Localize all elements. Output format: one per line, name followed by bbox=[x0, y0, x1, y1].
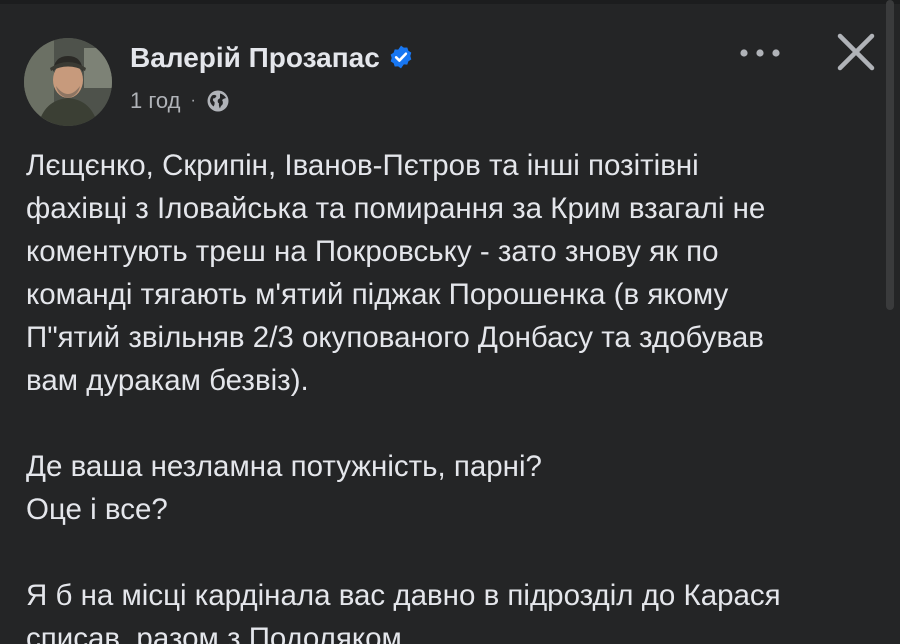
avatar-image bbox=[24, 38, 112, 126]
post-body: Лєщєнко, Скрипін, Іванов-Пєтров та інші … bbox=[26, 144, 876, 644]
post-meta: 1 год · bbox=[130, 88, 230, 114]
globe-icon[interactable] bbox=[206, 89, 230, 113]
post-paragraph: Де ваша незламна потужність, парні? Оце … bbox=[26, 450, 542, 526]
avatar[interactable] bbox=[24, 38, 112, 126]
post-paragraph: Лєщєнко, Скрипін, Іванов-Пєтров та інші … bbox=[26, 149, 766, 397]
post-timestamp[interactable]: 1 год bbox=[130, 88, 180, 114]
top-divider bbox=[0, 0, 900, 4]
meta-separator: · bbox=[190, 92, 196, 109]
author-name[interactable]: Валерій Прозапас bbox=[130, 42, 414, 74]
close-icon[interactable] bbox=[834, 30, 878, 74]
scrollbar[interactable] bbox=[886, 0, 894, 310]
post-paragraph: Я б на місці кардінала вас давно в підро… bbox=[26, 579, 781, 644]
verified-badge-icon bbox=[390, 45, 412, 69]
post-card: Валерій Прозапас 1 год · Лєщєнко, Скрипі… bbox=[0, 0, 900, 644]
more-horizontal-icon[interactable] bbox=[738, 38, 782, 68]
author-name-text[interactable]: Валерій Прозапас bbox=[130, 42, 380, 73]
